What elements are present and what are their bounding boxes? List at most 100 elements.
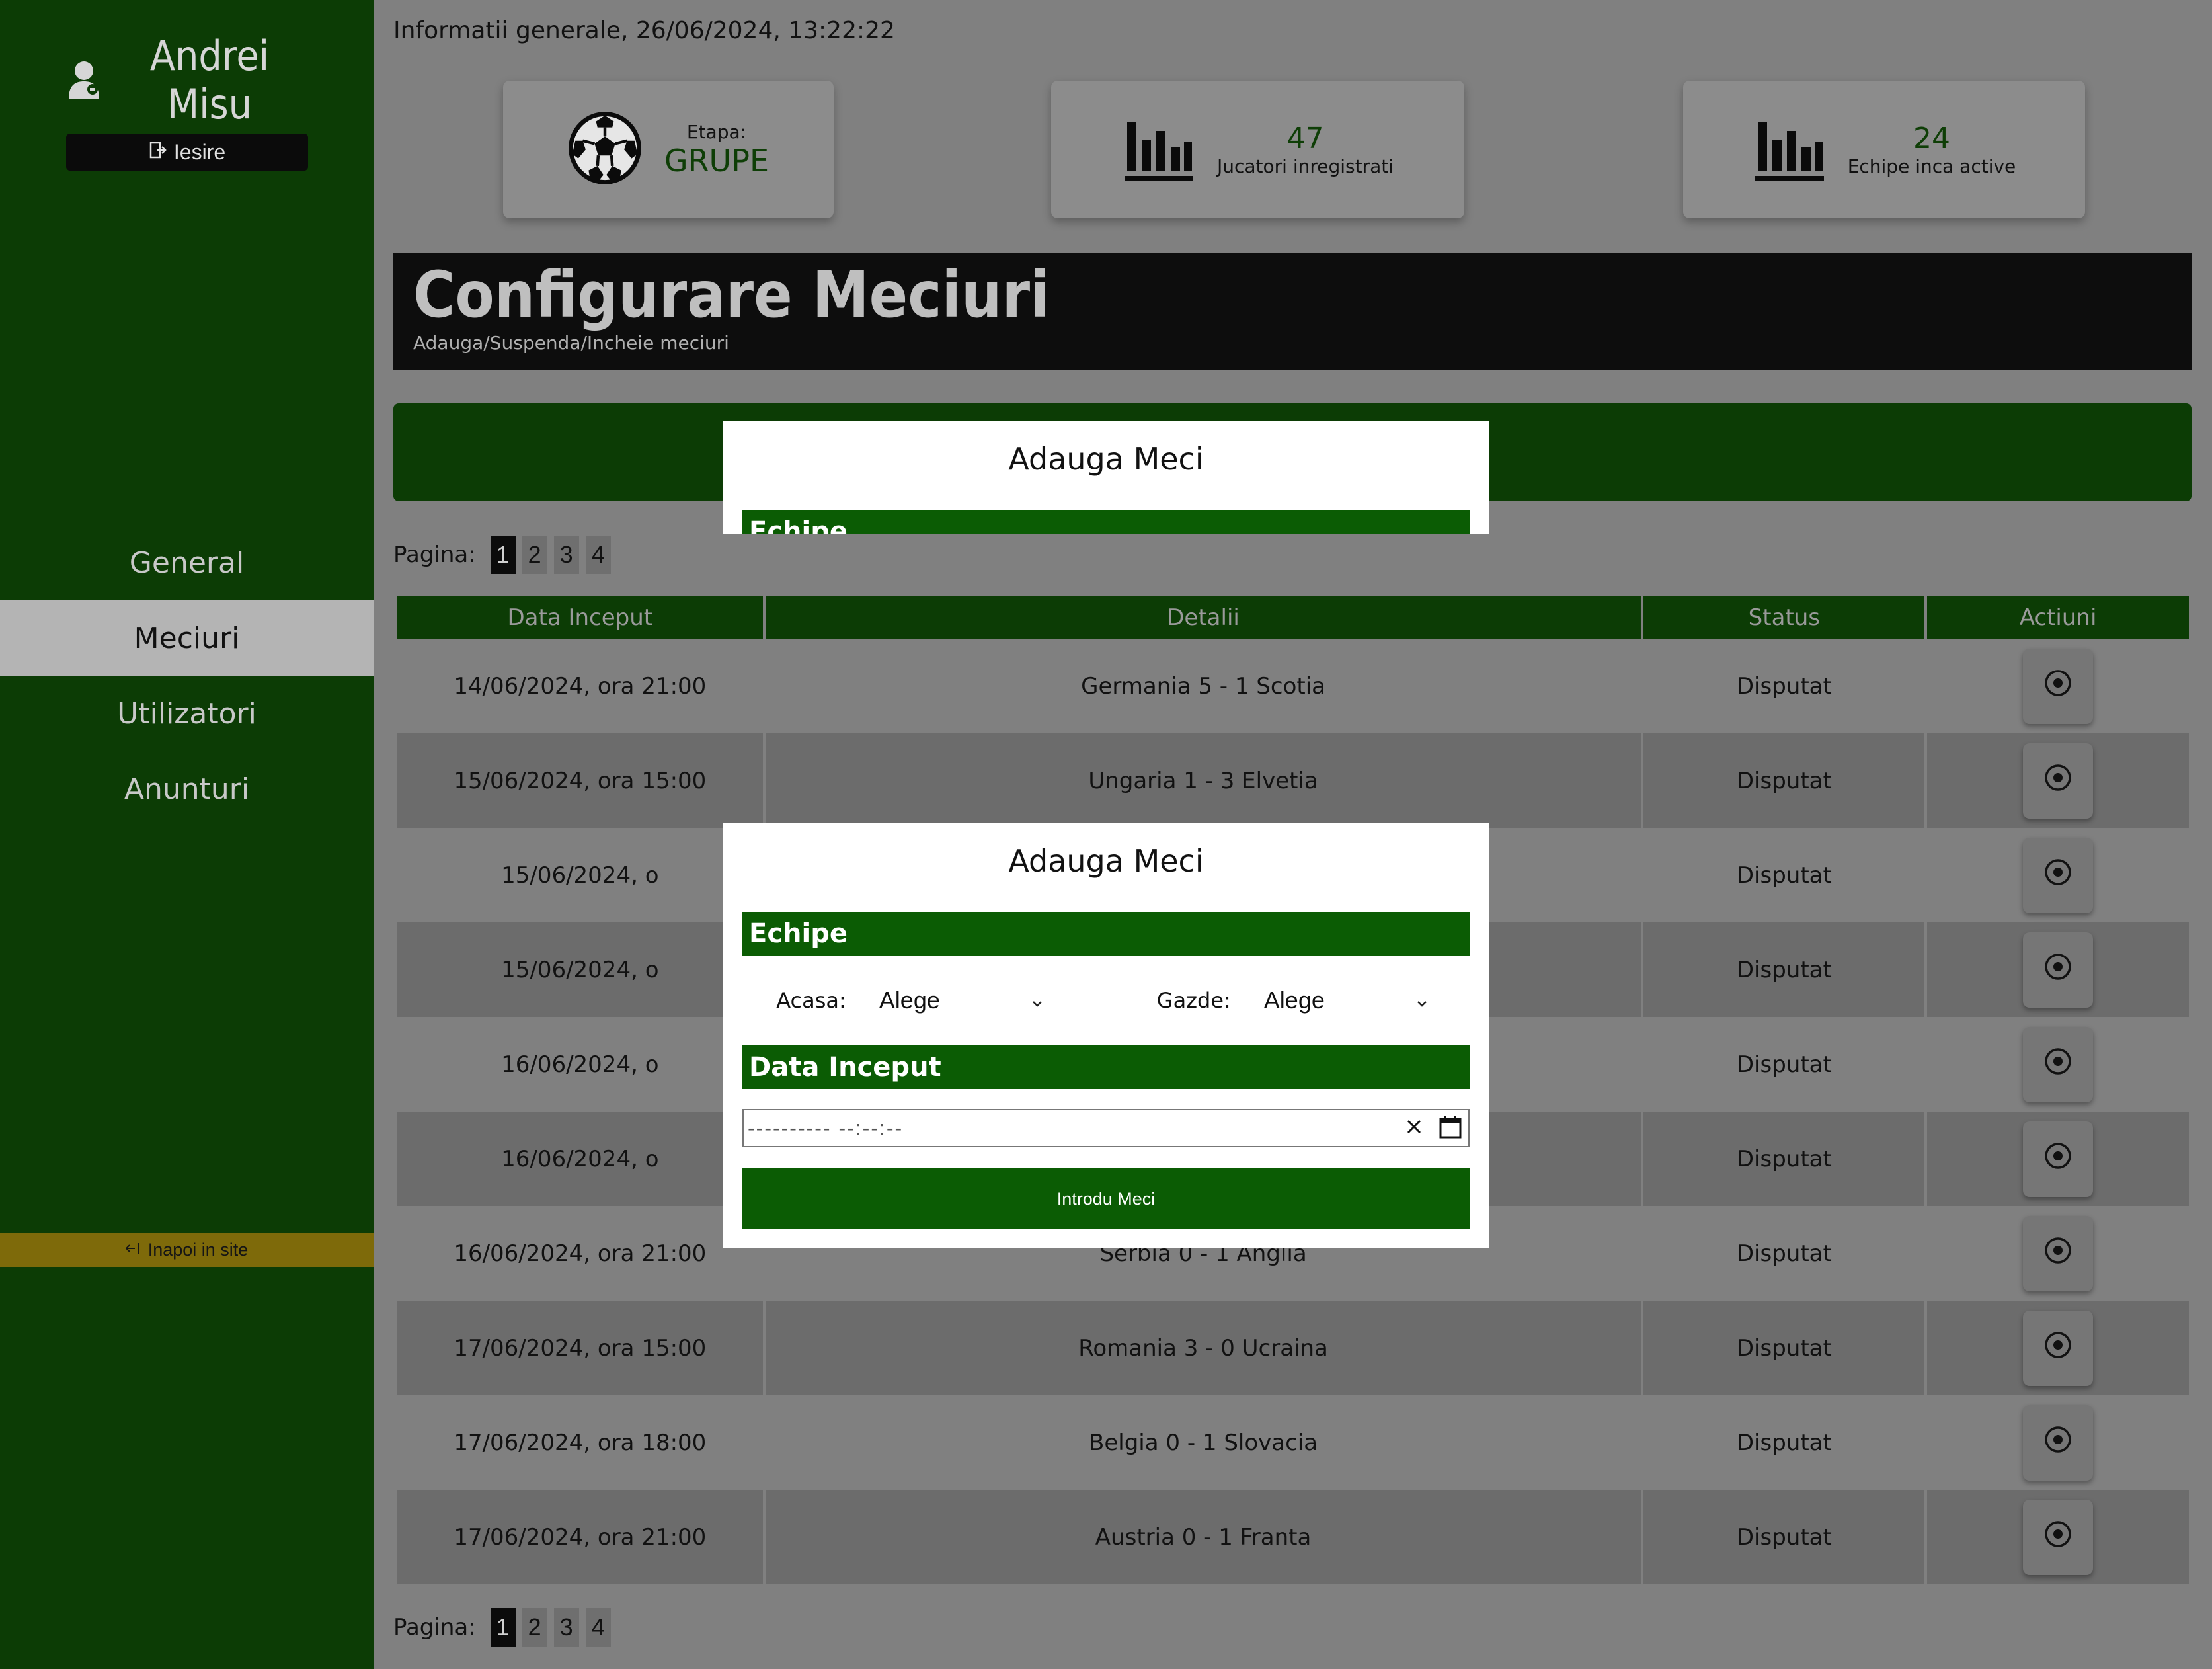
table-row: 14/06/2024, ora 21:00 Germania 5 - 1 Scot… [397,639,2189,733]
soccer-target-icon [2043,952,2073,987]
logout-button[interactable]: Iesire [66,134,308,171]
general-info-line: Informatii generale, 26/06/2024, 13:22:2… [393,17,895,44]
table-row: 15/06/2024, ora 15:00 Ungaria 1 - 3 Elvet… [397,733,2189,828]
cell-status: Disputat [1643,733,1925,828]
away-team-select[interactable]: Alege [1257,983,1436,1018]
page-button-1[interactable]: 1 [490,536,516,574]
sidebar-item-meciuri[interactable]: Meciuri [0,600,374,676]
cell-start-date: 16/06/2024, o [397,1017,763,1112]
stat-teams-text: 24 Echipe inca active [1848,122,2016,177]
cell-start-date: 15/06/2024, o [397,922,763,1017]
cell-status: Disputat [1643,1017,1925,1112]
home-team-value: Alege [879,987,940,1014]
cell-status: Disputat [1643,639,1925,733]
sidebar-item-utilizatori[interactable]: Utilizatori [0,676,374,751]
start-datetime-placeholder: ---------- --:--:-- [748,1116,904,1140]
soccer-target-icon [2043,1330,2073,1365]
page-title: Configurare Meciuri [413,258,1050,332]
page-button-4[interactable]: 4 [585,1608,611,1647]
match-action-button[interactable] [2023,1026,2094,1102]
page-banner: Configurare Meciuri Adauga/Suspenda/Inch… [393,253,2192,370]
cell-details: Austria 0 - 1 Franta [765,1490,1641,1584]
match-action-button[interactable] [2023,1499,2094,1575]
home-team-label: Acasa: [776,988,846,1013]
column-header-status: Status [1643,596,1925,639]
cell-start-date: 17/06/2024, ora 15:00 [397,1301,763,1395]
start-datetime-input[interactable]: ---------- --:--:-- [742,1109,1470,1147]
cell-status: Disputat [1643,1112,1925,1206]
page-subtitle: Adauga/Suspenda/Incheie meciuri [413,332,729,354]
clear-icon[interactable] [1405,1118,1423,1139]
user-name-row: Andrei Misu [66,32,308,128]
stat-players-text: 47 Jucatori inregistrati [1217,122,1394,177]
away-team-label: Gazde: [1156,988,1231,1013]
page-button-1[interactable]: 1 [490,1608,516,1647]
cell-actions [1927,639,2189,733]
cell-start-date: 17/06/2024, ora 18:00 [397,1395,763,1490]
table-row: 17/06/2024, ora 21:00 Austria 0 - 1 Frant… [397,1490,2189,1584]
page-button-3[interactable]: 3 [553,1608,579,1647]
match-action-button[interactable] [2023,837,2094,913]
cell-start-date: 17/06/2024, ora 21:00 [397,1490,763,1584]
logout-icon [149,140,167,165]
submit-match-button[interactable]: Introdu Meci [742,1168,1470,1229]
bar-chart-icon [1753,115,1825,184]
cell-actions [1927,1206,2189,1301]
column-header-start-date: Data Inceput [397,596,763,639]
page-button-2[interactable]: 2 [522,536,547,574]
sidebar-item-general[interactable]: General [0,525,374,600]
chevron-down-icon [1030,987,1045,1014]
match-action-button[interactable] [2023,1215,2094,1291]
stat-stage-text: Etapa: GRUPE [664,121,769,179]
add-match-modal-ghost: Adauga Meci Echipe [723,421,1489,534]
soccer-target-icon [2043,1520,2073,1555]
cell-start-date: 15/06/2024, o [397,828,763,922]
away-team-field: Gazde: Alege [1157,983,1436,1018]
calendar-icon[interactable] [1438,1114,1463,1143]
match-action-button[interactable] [2023,1404,2094,1481]
cell-status: Disputat [1643,922,1925,1017]
pagination-top: Pagina: 1 2 3 4 [393,536,611,574]
logout-label: Iesire [173,140,226,164]
cell-start-date: 16/06/2024, o [397,1112,763,1206]
cell-status: Disputat [1643,1490,1925,1584]
cell-start-date: 16/06/2024, ora 21:00 [397,1206,763,1301]
add-match-modal: Adauga Meci Echipe Acasa: Alege Gazde: A… [723,823,1489,1248]
stat-stage-value: GRUPE [664,142,770,179]
match-action-button[interactable] [2023,932,2094,1008]
match-action-button[interactable] [2023,743,2094,819]
cell-start-date: 14/06/2024, ora 21:00 [397,639,763,733]
cell-actions [1927,1112,2189,1206]
modal-ghost-teams-header: Echipe [742,510,1470,534]
soccer-target-icon [2043,1141,2073,1176]
page-button-2[interactable]: 2 [522,1608,547,1647]
match-action-button[interactable] [2023,1310,2094,1386]
modal-title: Adauga Meci [1008,843,1204,879]
cell-details: Belgia 0 - 1 Slovacia [765,1395,1641,1490]
page-button-3[interactable]: 3 [553,536,579,574]
cell-details: Ungaria 1 - 3 Elvetia [765,733,1641,828]
back-to-site-link[interactable]: Inapoi in site [0,1233,374,1267]
table-row: 17/06/2024, ora 15:00 Romania 3 - 0 Ucrai… [397,1301,2189,1395]
back-arrow-icon [125,1240,141,1260]
sidebar-item-anunturi[interactable]: Anunturi [0,751,374,827]
cell-status: Disputat [1643,1395,1925,1490]
match-action-button[interactable] [2023,1121,2094,1197]
match-action-button[interactable] [2023,648,2094,724]
home-team-select[interactable]: Alege [873,983,1051,1018]
page-button-4[interactable]: 4 [585,536,611,574]
soccer-target-icon [2043,858,2073,893]
cell-details: Romania 3 - 0 Ucraina [765,1301,1641,1395]
column-header-details: Detalii [765,596,1641,639]
stat-card-players: 47 Jucatori inregistrati [1051,81,1464,218]
cell-actions [1927,1395,2189,1490]
soccer-target-icon [2043,1425,2073,1460]
stat-teams-label: Echipe inca active [1847,155,2016,177]
stat-players-label: Jucatori inregistrati [1216,155,1394,177]
cell-actions [1927,733,2189,828]
modal-ghost-title: Adauga Meci [1008,441,1204,477]
teams-section-header: Echipe [742,912,1470,956]
user-icon [66,60,102,100]
teams-row: Acasa: Alege Gazde: Alege [723,956,1489,1045]
soccer-ball-icon [568,111,642,188]
